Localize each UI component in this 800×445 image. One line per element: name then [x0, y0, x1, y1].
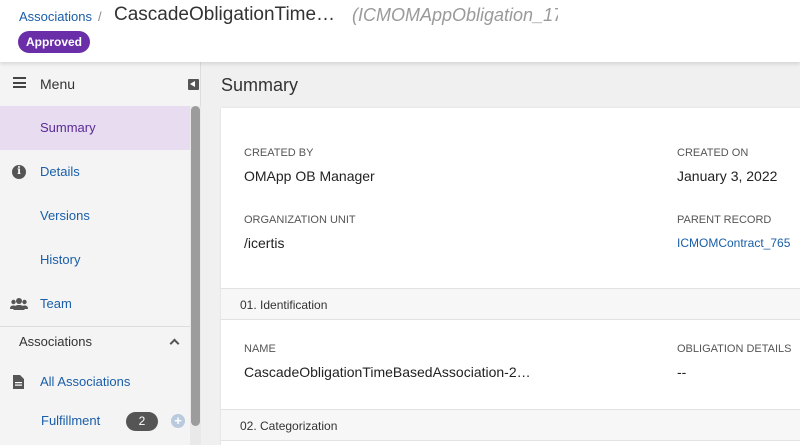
org-unit-label: ORGANIZATION UNIT: [244, 214, 356, 226]
status-badge: Approved: [18, 31, 91, 53]
hamburger-icon[interactable]: [13, 77, 26, 88]
document-icon: [13, 375, 24, 389]
sidebar-item-summary[interactable]: Summary: [0, 106, 190, 150]
section-categorization-label: 02. Categorization: [240, 419, 338, 433]
scrollbar-thumb[interactable]: [191, 106, 200, 426]
breadcrumb-associations[interactable]: Associations: [19, 9, 92, 24]
menu-header: Menu: [0, 62, 201, 106]
sidebar-item-label: Fulfillment: [41, 413, 101, 428]
name-value: CascadeObligationTimeBasedAssociation-2…: [244, 364, 531, 380]
created-on-value: January 3, 2022: [677, 168, 778, 184]
sidebar-item-team[interactable]: Team: [0, 282, 190, 326]
section-title: Summary: [221, 75, 299, 95]
page-subtitle: (ICMOMAppObligation_178: [352, 5, 558, 25]
sidebar-item-label: All Associations: [40, 374, 131, 389]
breadcrumb-separator: /: [98, 9, 102, 24]
sidebar-scrollbar[interactable]: [190, 106, 201, 445]
sidebar: Menu Summary i Details Versions History …: [0, 62, 201, 445]
obligation-details-value: --: [677, 364, 687, 380]
sidebar-item-all-associations[interactable]: All Associations: [0, 360, 190, 404]
sidebar-item-fulfillment[interactable]: Fulfillment 2: [0, 399, 190, 443]
page-title: CascadeObligationTime…: [114, 4, 336, 25]
sidebar-item-label: History: [40, 252, 81, 267]
sidebar-item-label: Summary: [40, 120, 96, 135]
section-identification-header[interactable]: 01. Identification: [221, 288, 800, 320]
section-identification-label: 01. Identification: [240, 298, 328, 312]
team-icon: [10, 297, 28, 311]
associations-section-header[interactable]: Associations: [0, 326, 190, 356]
org-unit-value: /icertis: [244, 235, 285, 251]
chevron-up-icon[interactable]: [169, 338, 180, 349]
sidebar-item-history[interactable]: History: [0, 238, 190, 282]
main-content: Summary CREATED BY OMApp OB Manager CREA…: [201, 62, 800, 445]
parent-record-link[interactable]: ICMOMContract_765: [677, 236, 790, 250]
summary-card: CREATED BY OMApp OB Manager CREATED ON J…: [221, 108, 800, 445]
associations-section-label: Associations: [19, 334, 92, 349]
menu-label: Menu: [40, 76, 76, 92]
sidebar-item-label: Details: [40, 164, 80, 179]
info-icon: i: [12, 165, 26, 179]
obligation-details-label: OBLIGATION DETAILS: [677, 343, 792, 355]
sidebar-item-label: Team: [40, 296, 72, 311]
created-by-value: OMApp OB Manager: [244, 168, 375, 184]
sidebar-item-details[interactable]: i Details: [0, 150, 190, 194]
parent-record-label: PARENT RECORD: [677, 214, 772, 226]
sidebar-item-label: Versions: [40, 208, 90, 223]
section-categorization-header[interactable]: 02. Categorization: [221, 409, 800, 441]
fulfillment-count-badge: 2: [126, 412, 158, 431]
page-header: Associations / CascadeObligationTime… (I…: [0, 0, 800, 62]
created-by-label: CREATED BY: [244, 147, 314, 159]
collapse-sidebar-icon[interactable]: [188, 79, 199, 90]
created-on-label: CREATED ON: [677, 147, 749, 159]
sidebar-item-versions[interactable]: Versions: [0, 194, 190, 238]
name-label: NAME: [244, 343, 276, 355]
add-fulfillment-icon[interactable]: +: [171, 414, 185, 428]
